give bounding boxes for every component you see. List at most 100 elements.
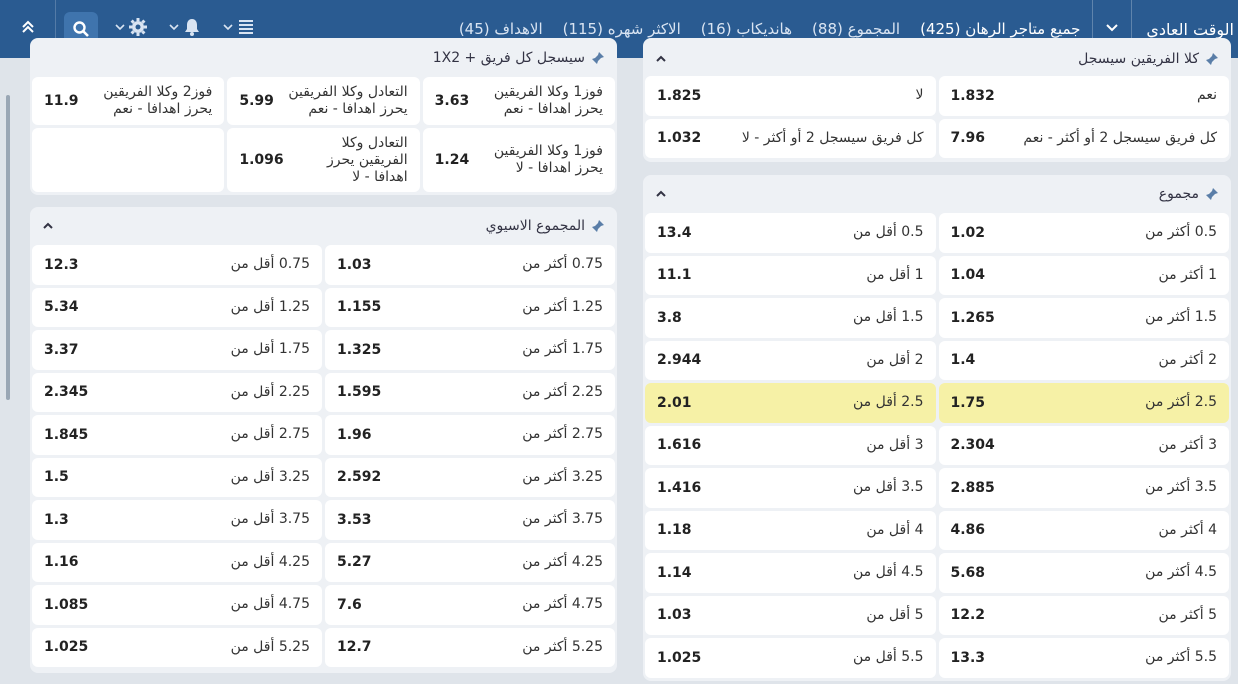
odds-cell[interactable]: 3.75 أكثر من 3.53 [325,500,615,540]
pin-icon[interactable] [591,51,605,65]
odds-cell[interactable]: نعم 1.832 [938,76,1229,116]
odds-value: 5.99 [239,93,274,109]
odds-cell[interactable]: 5 أقل من 1.03 [645,595,936,635]
panel-title: مجموع [1158,186,1199,202]
outcome-label: 5.25 أقل من [230,638,310,655]
outcome-label: 4 أكثر من [1158,521,1217,538]
odds-cell[interactable]: 1.25 أقل من 5.34 [32,287,322,327]
odds-cell[interactable]: 2.5 أكثر من 1.75 [938,383,1229,423]
odds-cell[interactable]: كل فريق سيسجل 2 أو أكثر - نعم 7.96 [938,118,1229,158]
odds-value: 2.592 [337,469,382,486]
page-scrollbar[interactable] [6,95,10,400]
odds-value: 1.595 [337,384,382,401]
odds-cell[interactable]: التعادل وكلا الفريقين يحرز اهدافا - نعم 5… [227,77,420,125]
odds-value: 1.03 [337,256,372,273]
outcome-label: 3.5 أقل من [852,479,924,496]
odds-cell[interactable]: 5.25 أكثر من 12.7 [325,627,615,667]
outcome-label: 1.5 أقل من [852,309,924,326]
odds-cell[interactable]: 4.25 أكثر من 5.27 [325,542,615,582]
odds-value: 1.04 [950,267,986,284]
outcome-label: 1.5 أكثر من [1145,309,1217,326]
odds-cell[interactable]: 4.5 أكثر من 5.68 [938,553,1229,593]
odds-cell[interactable]: 0.75 أقل من 12.3 [32,245,322,285]
panel-header[interactable]: المجموع الاسيوي [32,207,615,245]
chevron-up-icon[interactable] [655,188,667,200]
odds-cell[interactable]: 1.5 أقل من 3.8 [645,298,936,338]
pin-icon[interactable] [591,219,605,233]
outcome-label: 4.5 أقل من [852,564,924,581]
odds-cell[interactable]: 3 أكثر من 2.304 [938,425,1229,465]
odds-cell[interactable]: 1 أكثر من 1.04 [938,255,1229,295]
odds-cell[interactable]: 4 أقل من 1.18 [645,510,936,550]
outcome-label: فوز1 وكلا الفريقين يحرز اهدافا - لا [493,143,603,176]
odds-value: 13.3 [950,649,986,666]
odds-cell[interactable]: 2.75 أكثر من 1.96 [325,415,615,455]
odds-value: 7.96 [950,130,986,147]
odds-value: 5.34 [44,299,79,316]
odds-cell[interactable]: 2 أكثر من 1.4 [938,340,1229,380]
odds-cell[interactable]: 1 أقل من 11.1 [645,255,936,295]
odds-cell[interactable]: فوز1 وكلا الفريقين يحرز اهدافا - نعم 3.63 [422,77,615,125]
odds-cell[interactable]: 4.75 أكثر من 7.6 [325,585,615,625]
odds-cell[interactable]: 2 أقل من 2.944 [645,340,936,380]
odds-cell[interactable]: 2.5 أقل من 2.01 [645,383,936,423]
outcome-label: 1.75 أكثر من [522,341,603,358]
odds-cell[interactable]: 3.75 أقل من 1.3 [32,500,322,540]
outcome-label: 1 أقل من [866,266,924,283]
odds-cell[interactable]: 5 أكثر من 12.2 [938,595,1229,635]
odds-value: 3.8 [657,309,682,326]
empty-cell [32,128,225,192]
odds-value: 2.944 [657,352,702,369]
panel-header[interactable]: كلا الفريقين سيسجل [645,38,1229,74]
pin-icon[interactable] [1205,52,1219,66]
odds-cell[interactable]: لا 1.825 [645,76,936,116]
odds-cell[interactable]: 4.25 أقل من 1.16 [32,542,322,582]
odds-cell[interactable]: 1.5 أكثر من 1.265 [938,298,1229,338]
outcome-label: 4 أقل من [866,521,924,538]
odds-cell[interactable]: 0.75 أكثر من 1.03 [325,245,615,285]
panel-header[interactable]: 1X2 + سيسجل كل فريق [32,38,615,74]
panel-title: 1X2 + سيسجل كل فريق [432,50,585,66]
outcome-label: 4.5 أكثر من [1145,564,1217,581]
outcome-label: 4.25 أقل من [230,553,310,570]
odds-value: 4.86 [950,522,986,539]
odds-cell[interactable]: فوز2 وكلا الفريقين يحرز اهدافا - نعم 11.9 [32,77,225,125]
outcome-label: 1 أكثر من [1158,266,1217,283]
odds-cell[interactable]: 5.5 أكثر من 13.3 [938,638,1229,678]
odds-cell[interactable]: 2.25 أكثر من 1.595 [325,372,615,412]
odds-cell[interactable]: 3 أقل من 1.616 [645,425,936,465]
odds-cell[interactable]: 0.5 أقل من 13.4 [645,213,936,253]
odds-cell[interactable]: 4.5 أقل من 1.14 [645,553,936,593]
odds-cell[interactable]: 4 أكثر من 4.86 [938,510,1229,550]
result-btts-grid: فوز1 وكلا الفريقين يحرز اهدافا - نعم 3.63… [32,77,615,192]
odds-cell[interactable]: 0.5 أكثر من 1.02 [938,213,1229,253]
odds-cell[interactable]: 3.25 أقل من 1.5 [32,457,322,497]
odds-cell[interactable]: 3.5 أكثر من 2.885 [938,468,1229,508]
odds-cell[interactable]: 5.5 أقل من 1.025 [645,638,936,678]
outcome-label: 0.5 أكثر من [1145,224,1217,241]
chevron-down-icon [114,21,126,37]
odds-value: 12.3 [44,256,79,273]
odds-cell[interactable]: 3.25 أكثر من 2.592 [325,457,615,497]
outcome-label: كل فريق سيسجل 2 أو أكثر - نعم [1023,129,1217,146]
odds-cell[interactable]: كل فريق سيسجل 2 أو أكثر - لا 1.032 [645,118,936,158]
odds-cell[interactable]: 1.25 أكثر من 1.155 [325,287,615,327]
odds-cell[interactable]: 2.75 أقل من 1.845 [32,415,322,455]
panel-title: كلا الفريقين سيسجل [1078,51,1199,67]
panel-header[interactable]: مجموع [645,175,1229,213]
odds-cell[interactable]: 3.5 أقل من 1.416 [645,468,936,508]
chevron-up-icon[interactable] [655,53,667,65]
outcome-label: 2.5 أقل من [852,394,924,411]
odds-cell[interactable]: التعادل وكلا الفريقين يحرز اهدافا - لا 1.… [227,128,420,192]
odds-value: 1.24 [434,152,470,168]
odds-cell[interactable]: 1.75 أقل من 3.37 [32,330,322,370]
odds-value: 5.68 [950,564,986,581]
chevron-down-icon [222,21,234,37]
chevron-up-icon[interactable] [42,220,54,232]
odds-cell[interactable]: 1.75 أكثر من 1.325 [325,330,615,370]
odds-cell[interactable]: فوز1 وكلا الفريقين يحرز اهدافا - لا 1.24 [422,128,615,192]
odds-cell[interactable]: 2.25 أقل من 2.345 [32,372,322,412]
odds-cell[interactable]: 5.25 أقل من 1.025 [32,627,322,667]
pin-icon[interactable] [1205,187,1219,201]
odds-cell[interactable]: 4.75 أقل من 1.085 [32,585,322,625]
